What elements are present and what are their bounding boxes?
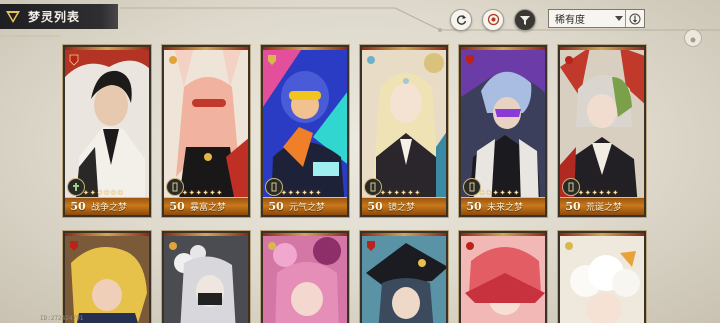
card-frame: [65, 47, 149, 50]
level-text: 50: [169, 200, 185, 213]
level-text: 50: [268, 200, 284, 213]
faction-icon: [267, 51, 277, 65]
faction-icon: [69, 237, 79, 251]
card-info-bar: 50 暴富之梦: [164, 197, 248, 215]
card-frame: [164, 47, 248, 50]
sort-order-toggle[interactable]: [625, 10, 644, 27]
face-icon: [487, 11, 500, 30]
refresh-icon: [455, 11, 467, 30]
sort-order-icon: [629, 13, 641, 24]
circle-dot-icon: [689, 29, 697, 48]
card-frame: [65, 233, 149, 236]
level-text: 50: [565, 200, 581, 213]
character-name: 镜之梦: [388, 203, 416, 213]
card-info-bar: 50 荒诞之梦: [560, 197, 644, 215]
back-arrow-icon[interactable]: [0, 4, 26, 29]
card-info-bar: 50 镜之梦: [362, 197, 446, 215]
title-tab[interactable]: 梦灵列表: [0, 4, 118, 29]
character-card[interactable]: [62, 230, 152, 323]
character-name: 战争之梦: [91, 203, 128, 213]
faction-icon: [564, 237, 574, 250]
card-info-bar: 50 未来之梦: [461, 197, 545, 215]
chevron-down-icon: [613, 15, 625, 22]
character-card[interactable]: [557, 230, 647, 323]
refresh-button[interactable]: [450, 9, 472, 31]
sort-dropdown[interactable]: 稀有度: [548, 9, 645, 28]
character-card[interactable]: ✦✦✦✦✦✦ 50 荒诞之梦: [557, 44, 647, 218]
filter-icon: [519, 11, 531, 30]
rarity-stars: ✦✦✦✦✦✦: [380, 189, 422, 197]
character-card[interactable]: ✦✦✦✦✦✦ 50 战争之梦: [62, 44, 152, 218]
user-id: ID:272424791: [40, 315, 84, 322]
rarity-stars: ✦✦✦✦✦✦: [578, 189, 620, 197]
level-text: 50: [466, 200, 482, 213]
side-panel-button[interactable]: [684, 29, 702, 47]
character-name: 未来之梦: [487, 203, 524, 213]
faction-icon: [465, 237, 475, 250]
card-frame: [164, 233, 248, 236]
rarity-stars: ✦✦✦✦✦✦: [281, 189, 323, 197]
character-card[interactable]: ✦✦✦✦✦✦ 50 元气之梦: [260, 44, 350, 218]
card-frame: [263, 47, 347, 50]
level-text: 50: [367, 200, 383, 213]
rarity-stars: ✦✦✦✦✦✦: [182, 189, 224, 197]
faction-icon: [366, 51, 376, 64]
faction-icon: [168, 51, 178, 64]
card-info-bar: 50 战争之梦: [65, 197, 149, 215]
character-name: 暴富之梦: [190, 203, 227, 213]
faction-icon: [267, 237, 277, 250]
card-frame: [461, 233, 545, 236]
character-card[interactable]: ✦✦✦✦✦✦ 50 暴富之梦: [161, 44, 251, 218]
faction-icon: [366, 237, 376, 251]
card-frame: [461, 47, 545, 50]
card-frame: [362, 233, 446, 236]
character-name: 元气之梦: [289, 203, 326, 213]
rarity-stars: ✦✦✦✦✦✦: [479, 189, 521, 197]
faction-icon: [168, 237, 178, 250]
card-info-bar: 50 元气之梦: [263, 197, 347, 215]
character-card[interactable]: ✦✦✦✦✦✦ 50 未来之梦: [458, 44, 548, 218]
card-frame: [560, 233, 644, 236]
afflatus-filter-button[interactable]: [482, 9, 504, 31]
character-card[interactable]: [161, 230, 251, 323]
character-card[interactable]: [458, 230, 548, 323]
character-name: 荒诞之梦: [586, 203, 623, 213]
card-frame: [362, 47, 446, 50]
faction-icon: [465, 51, 475, 65]
faction-icon: [564, 51, 574, 64]
faction-icon: [69, 51, 79, 66]
filter-button[interactable]: [514, 9, 536, 31]
sort-label: 稀有度: [555, 15, 585, 26]
card-frame: [263, 233, 347, 236]
character-card[interactable]: [359, 230, 449, 323]
page-title: 梦灵列表: [28, 10, 81, 24]
card-frame: [560, 47, 644, 50]
rarity-stars: ✦✦✦✦✦✦: [83, 189, 125, 197]
character-card[interactable]: ✦✦✦✦✦✦ 50 镜之梦: [359, 44, 449, 218]
character-card[interactable]: [260, 230, 350, 323]
level-text: 50: [70, 200, 86, 213]
